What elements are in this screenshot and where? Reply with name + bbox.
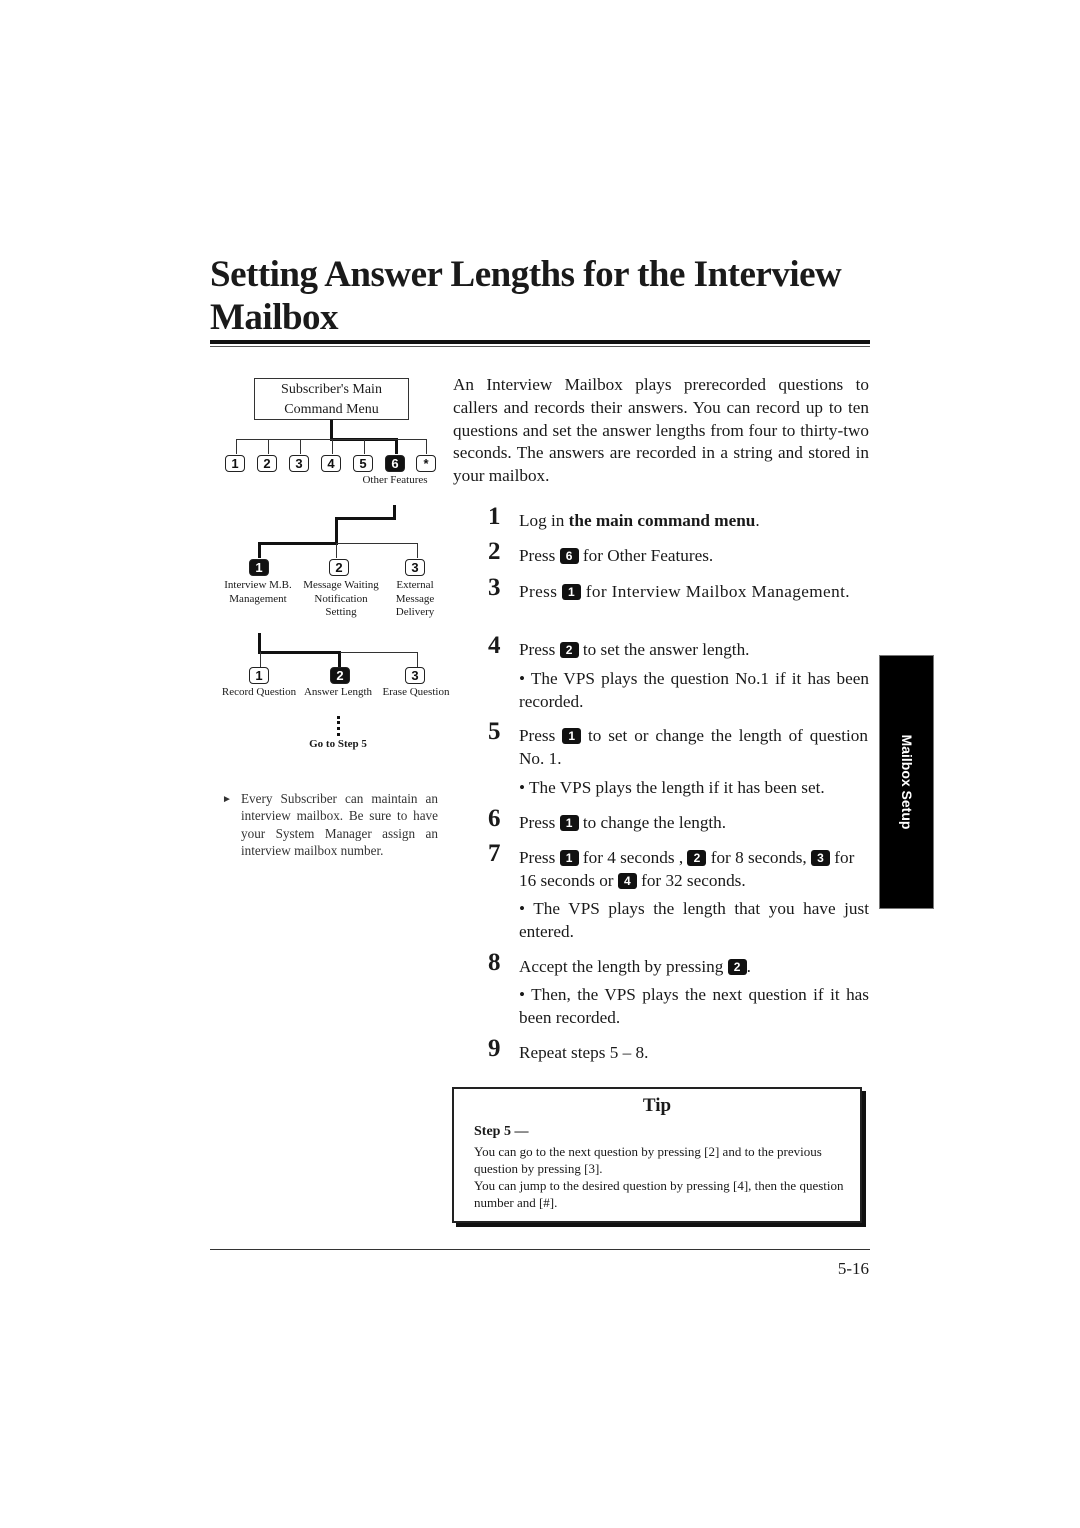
key-1: 1 [249, 667, 269, 684]
page-title: Setting Answer Lengths for the Interview… [210, 254, 842, 338]
step-4-bullet: • The VPS plays the question No.1 if it … [519, 669, 869, 711]
step-3: 3 Press 1 for Interview Mailbox Manageme… [488, 574, 850, 601]
title-rule [210, 340, 870, 344]
title-rule-thin [210, 346, 870, 347]
key-2: 2 [329, 559, 349, 576]
dotted-connector [337, 716, 343, 736]
step-4: 4 Press 2 to set the answer length. [488, 632, 750, 659]
interview-mb-management-label: Interview M.B. Management [224, 579, 292, 605]
step-6: 6 Press 1 to change the length. [488, 805, 727, 832]
key-1-icon: 1 [559, 815, 579, 831]
answer-length-label: Answer Length [303, 686, 373, 698]
message-waiting-label: Message Waiting Notification Setting [303, 579, 379, 618]
intro-paragraph: An Interview Mailbox plays prerecorded q… [453, 375, 869, 486]
main-command-menu-bold: the main command menu [568, 511, 756, 530]
external-message-delivery-label: External Message Delivery [395, 579, 435, 618]
key-1-selected: 1 [249, 559, 269, 576]
key-6-selected: 6 [385, 455, 405, 472]
key-3: 3 [405, 559, 425, 576]
step-2: 2 Press 6 for Other Features. [488, 538, 714, 565]
tip-step-heading: Step 5 — [474, 1124, 529, 1139]
key-5: 5 [353, 455, 373, 472]
key-4: 4 [321, 455, 341, 472]
key-3-icon: 3 [810, 850, 830, 866]
side-note: ► Every Subscriber can maintain an inter… [222, 791, 438, 859]
triangle-bullet-icon: ► [222, 794, 232, 805]
step-7-bullet: • The VPS plays the length that you have… [519, 899, 869, 941]
tip-body: You can go to the next question by press… [474, 1144, 844, 1210]
key-4-icon: 4 [617, 873, 637, 889]
footer-rule [210, 1249, 870, 1250]
key-2-icon: 2 [727, 959, 747, 975]
key-star: * [416, 455, 436, 472]
key-2-selected: 2 [330, 667, 350, 684]
step-1: 1 Log in the main command menu. [488, 503, 760, 530]
key-6-icon: 6 [559, 548, 579, 564]
page-number: 5-16 [837, 1259, 869, 1278]
step-5: 5 Press 1 to set or change the length of… [488, 718, 868, 768]
main-command-menu-box: Subscriber's Main Command Menu [254, 378, 409, 420]
step-5-bullet: • The VPS plays the length if it has bee… [519, 778, 825, 797]
key-1-icon: 1 [562, 584, 581, 600]
erase-question-label: Erase Question [382, 686, 450, 698]
section-tab-label: Mailbox Setup [898, 734, 915, 830]
goto-step-5-label: Go to Step 5 [309, 738, 367, 750]
step-9: 9 Repeat steps 5 – 8. [488, 1035, 649, 1062]
key-1-icon: 1 [562, 728, 582, 744]
step-8-bullet: • Then, the VPS plays the next question … [519, 985, 869, 1027]
tip-title: Tip [642, 1095, 672, 1116]
step-8: 8 Accept the length by pressing 2. [488, 949, 751, 976]
key-1-icon: 1 [559, 850, 579, 866]
key-2-icon: 2 [559, 642, 579, 658]
tip-box: Tip Step 5 — You can go to the next ques… [452, 1087, 862, 1223]
record-question-label: Record Question [221, 686, 297, 698]
other-features-label: Other Features [362, 474, 428, 486]
step-7: 7 Press 1 for 4 seconds , 2 for 8 second… [488, 840, 855, 890]
key-2: 2 [257, 455, 277, 472]
key-1: 1 [225, 455, 245, 472]
key-3: 3 [405, 667, 425, 684]
key-3: 3 [289, 455, 309, 472]
section-tab: Mailbox Setup [879, 655, 934, 909]
key-2-icon: 2 [687, 850, 707, 866]
